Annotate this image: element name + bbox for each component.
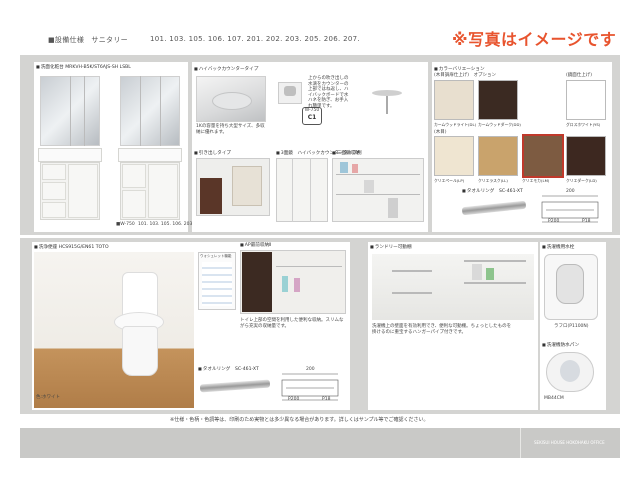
vanity-counter-right bbox=[118, 148, 182, 162]
footer-brand: SEKISUI HOUSE HOKOHAKU OFFICE bbox=[534, 440, 605, 445]
toilet-panel: 洗浄便座 HCS915G/EN61 TOTO 色:ホワイト ウォシュレット機能 … bbox=[32, 242, 350, 410]
image-notice: ※写真はイメージです bbox=[452, 30, 617, 49]
toilet-towel-dim-p200: P200 bbox=[288, 397, 300, 402]
toilet-towel-photo bbox=[199, 379, 271, 393]
color-label: カラーバリエーション bbox=[434, 66, 485, 73]
toilet-color-note: 色:ホワイト bbox=[36, 395, 61, 400]
swatch-ys bbox=[566, 80, 606, 120]
color-variation-panel: カラーバリエーション (木目調扉仕上げ) オプション (鏡面仕上げ) カームウッ… bbox=[432, 62, 612, 232]
drawer-label: 引き出しタイプ bbox=[194, 150, 231, 157]
header-units: 101. 103. 105. 106. 107. 201. 202. 203. … bbox=[150, 35, 360, 43]
countertop-label: ハイバックカウンタータイプ bbox=[194, 66, 259, 73]
faucet-panel: 洗濯機用水栓 ラフロ(P1100N) 洗濯機防水パン MB44CM bbox=[540, 242, 606, 410]
drawer-desc: 1Kの容量を持ち大型サイズ、多収納に優れます。 bbox=[196, 124, 265, 135]
swatch-ld bbox=[566, 136, 606, 176]
laundry-panel: ランドリー可動棚 洗濯機上の壁面を有効利用でき、便利な可動棚。ちょっとしたものを… bbox=[368, 242, 538, 410]
countertop-desc: 上からの吹き出しの水滴をカウンターの上部ではね返し、ハイバックボードで水ハネを防… bbox=[308, 76, 349, 109]
swatch-dl-name: カームウッドライト(DL) bbox=[434, 122, 477, 127]
footer-bar bbox=[20, 428, 620, 458]
wood-label: (木目) bbox=[434, 130, 447, 135]
vanity-unit-right: 101. 103. 105. 106. 203 bbox=[138, 222, 193, 227]
swatch-dd bbox=[478, 80, 518, 120]
towel-bar-photo bbox=[461, 200, 527, 216]
color-sub-label: (木目調扉仕上げ) オプション bbox=[434, 73, 497, 78]
laundry-shelf-photo bbox=[372, 254, 534, 320]
vanity-label: 洗面化粧台 MRKVH-B5K/ST6AJS-SH LSBL bbox=[36, 64, 131, 71]
towel-top-dim-p18: P18 bbox=[582, 219, 591, 224]
toilet-label: 洗浄便座 HCS915G/EN61 TOTO bbox=[34, 244, 109, 251]
vanity-photo-panel: 洗面化粧台 MRKVH-B5K/ST6AJS-SH LSBL ■W-750 10… bbox=[34, 62, 192, 232]
color-sub-label-right: (鏡面仕上げ) bbox=[566, 73, 593, 78]
vanity-detail-panel: ハイバックカウンタータイプ 1Kの容量を持ち大型サイズ、多収納に優れます。 上か… bbox=[192, 62, 428, 232]
swatch-ll-name: クリエラスク(LL) bbox=[478, 178, 508, 183]
toilet-cabinet-label: AP最前収納Ⅱ bbox=[240, 242, 272, 249]
storage-label: 三面鏡収納 bbox=[332, 150, 360, 157]
toilet-photo bbox=[34, 252, 194, 408]
size-badge: W-750 C1 bbox=[302, 107, 322, 125]
toilet-towel-dim-width: 200 bbox=[306, 367, 315, 372]
towel-top-dim-width: 200 bbox=[566, 189, 575, 194]
swatch-lp-name: クリエペール(LP) bbox=[434, 178, 465, 183]
towel-top-label: タオルリング SC-461-XT bbox=[462, 188, 523, 195]
toilet-towel-dim-p18: P18 bbox=[322, 397, 331, 402]
towel-top-dim-p200: P200 bbox=[548, 219, 560, 224]
swatch-ld-name: クリエダーク(LD) bbox=[566, 178, 597, 183]
swatch-dl bbox=[434, 80, 474, 120]
vanity-unit-left: ■W-750 bbox=[116, 222, 135, 227]
toilet-cabinet-desc: トイレ上部の空間を利用した便利な収納。スリムながら充実の収納量です。 bbox=[240, 318, 344, 329]
swatch-lm bbox=[522, 134, 564, 178]
swatch-lm-name: クリエモカ(LM) bbox=[522, 178, 550, 183]
pan-label: 洗濯機防水パン bbox=[542, 342, 579, 349]
swatch-dd-name: カームウッドダーク(DD) bbox=[478, 122, 521, 127]
footer-note: ※仕様・色柄・色調等は、印刷のため実物とは多少異なる場合があります。詳しくはサン… bbox=[170, 417, 429, 423]
faucet-label: 洗濯機用水栓 bbox=[542, 244, 575, 251]
header-title: ■設備仕様 サニタリー bbox=[48, 36, 128, 44]
faucet-model: ラフロ(P1100N) bbox=[554, 324, 589, 329]
vanity-mirror-right bbox=[120, 76, 180, 146]
laundry-label: ランドリー可動棚 bbox=[370, 244, 412, 251]
mirror-cabinet-photo bbox=[276, 158, 328, 222]
laundry-desc: 洗濯機上の壁面を有効利用でき、便利な可動棚。ちょっとしたものを掛けるのに重宝する… bbox=[372, 324, 512, 335]
pan-model: MB44CM bbox=[544, 396, 564, 401]
vanity-counter-left bbox=[38, 148, 102, 162]
swatch-ll bbox=[478, 136, 518, 176]
swatch-lp bbox=[434, 136, 474, 176]
toilet-towel-label: タオルリング SC-461-XT bbox=[198, 366, 259, 373]
swatch-ys-name: グロスホワイト(YS) bbox=[566, 122, 601, 127]
